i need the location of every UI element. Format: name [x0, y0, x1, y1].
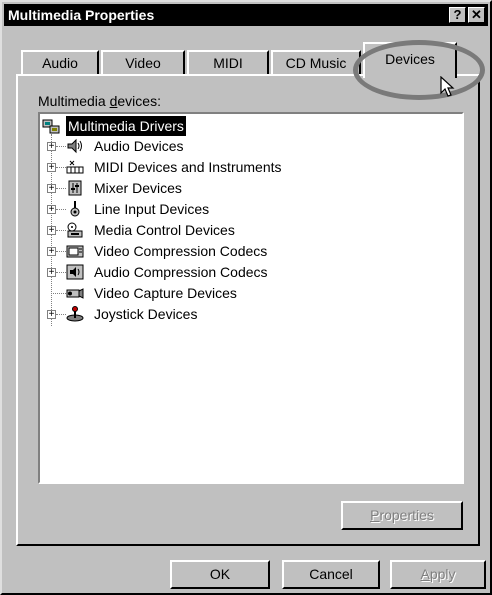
- title-bar: Multimedia Properties ? ✕: [4, 4, 488, 26]
- tree-item-label: Media Control Devices: [94, 222, 235, 238]
- expand-icon[interactable]: +: [47, 142, 56, 152]
- tab-midi-label: MIDI: [213, 55, 243, 71]
- apply-label: pply: [429, 566, 456, 582]
- mouse-pointer-icon: [440, 75, 456, 101]
- tree-branch-line: [56, 146, 66, 147]
- tree-item-label: Line Input Devices: [94, 201, 210, 217]
- window-title: Multimedia Properties: [8, 7, 155, 23]
- properties-button[interactable]: Properties: [341, 501, 463, 530]
- tree-branch-line: [56, 272, 66, 273]
- apply-button[interactable]: Apply: [390, 560, 486, 589]
- tree-item-label: MIDI Devices and Instruments: [94, 159, 282, 175]
- tree-branch-line: [56, 209, 66, 210]
- tree-root-label: Multimedia Drivers: [66, 116, 186, 136]
- tab-video-label: Video: [125, 55, 161, 71]
- cancel-button[interactable]: Cancel: [282, 560, 380, 589]
- close-button[interactable]: ✕: [468, 7, 485, 23]
- tree-branch-line: [56, 188, 66, 189]
- expand-icon[interactable]: +: [47, 205, 56, 215]
- devices-tree[interactable]: Multimedia Drivers + Audio Devices + MID…: [38, 112, 464, 484]
- joystick-icon: [66, 306, 84, 322]
- tab-audio[interactable]: Audio: [21, 50, 99, 76]
- expand-icon[interactable]: +: [47, 163, 56, 173]
- tab-cd-music-label: CD Music: [285, 55, 347, 71]
- devices-label-suffix: evices:: [117, 93, 161, 109]
- tree-item-label: Audio Devices: [94, 138, 184, 154]
- devices-label-prefix: Multimedia: [38, 93, 110, 109]
- midi-icon: [66, 159, 84, 175]
- expand-icon[interactable]: +: [47, 310, 56, 320]
- tree-branch-line: [56, 314, 66, 315]
- media-control-icon: [66, 222, 84, 238]
- tab-cd-music[interactable]: CD Music: [271, 50, 361, 76]
- tree-item-label: Video Capture Devices: [94, 285, 237, 301]
- tree-branch-line: [56, 251, 66, 252]
- tree-item-label: Video Compression Codecs: [94, 243, 268, 259]
- tab-video[interactable]: Video: [101, 50, 185, 76]
- tree-item-label: Joystick Devices: [94, 306, 198, 322]
- properties-label: roperties: [379, 507, 434, 523]
- tab-audio-label: Audio: [42, 55, 78, 71]
- tree-branch-line: [51, 293, 66, 294]
- video-capture-icon: [66, 285, 84, 301]
- expand-icon[interactable]: +: [47, 268, 56, 278]
- video-codec-icon: [66, 243, 84, 259]
- apply-mnemonic: A: [420, 566, 430, 582]
- tree-branch-line: [56, 230, 66, 231]
- multimedia-devices-label: Multimedia devices:: [38, 93, 161, 109]
- expand-icon[interactable]: +: [47, 247, 56, 257]
- expand-icon[interactable]: +: [47, 184, 56, 194]
- expand-icon[interactable]: +: [47, 226, 56, 236]
- tree-item-label: Mixer Devices: [94, 180, 182, 196]
- audio-devices-icon: [66, 138, 84, 154]
- tab-midi[interactable]: MIDI: [187, 50, 269, 76]
- multimedia-drivers-icon: [42, 118, 60, 134]
- tree-item-label: Audio Compression Codecs: [94, 264, 268, 280]
- line-input-icon: [66, 201, 84, 217]
- tree-branch-line: [56, 167, 66, 168]
- audio-codec-icon: [66, 264, 84, 280]
- help-button[interactable]: ?: [449, 7, 466, 23]
- mixer-icon: [66, 180, 84, 196]
- ok-button[interactable]: OK: [170, 560, 270, 589]
- highlight-oval: [353, 40, 485, 100]
